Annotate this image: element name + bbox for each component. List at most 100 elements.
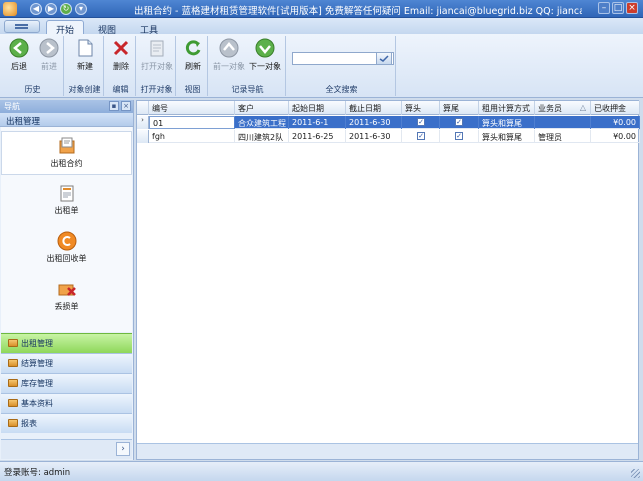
- folder-icon: [8, 399, 18, 407]
- cell-id[interactable]: 01: [149, 116, 235, 129]
- cell-id[interactable]: fgh: [149, 130, 235, 143]
- grid-header: 编号 客户 起始日期 截止日期 算头 算尾 租用计算方式 业务员 △ 已收押金: [137, 101, 640, 115]
- title-bar: ◀ ▶ ↻ ▾ 出租合约 - 蓝格建材租赁管理软件[试用版本] 免费解答任何疑问…: [0, 0, 643, 18]
- close-button[interactable]: ×: [626, 2, 638, 14]
- forward-button[interactable]: 前进: [32, 38, 66, 80]
- cell-end-date[interactable]: 2011-6-30: [346, 116, 402, 129]
- view-group-label: 视图: [184, 85, 201, 94]
- column-header-salesperson[interactable]: 业务员 △: [535, 101, 591, 115]
- quick-access-refresh-icon[interactable]: ↻: [60, 3, 72, 15]
- nav-item-rental-order[interactable]: 出租单: [1, 179, 132, 223]
- tab-view[interactable]: 视图: [88, 20, 126, 36]
- delete-button[interactable]: 删除: [104, 38, 138, 80]
- contract-grid: 编号 客户 起始日期 截止日期 算头 算尾 租用计算方式 业务员 △ 已收押金 …: [136, 100, 640, 460]
- contract-icon: [59, 137, 74, 154]
- cell-salesperson[interactable]: [535, 116, 591, 129]
- quick-access-forward-icon[interactable]: ▶: [45, 3, 57, 15]
- nav-item-loss-order[interactable]: 丢损单: [1, 275, 132, 319]
- quick-access-dropdown-icon[interactable]: ▾: [75, 3, 87, 15]
- column-header-count-head[interactable]: 算头: [402, 101, 440, 115]
- row-selector[interactable]: [137, 130, 149, 143]
- open-object-button[interactable]: 打开对象: [140, 38, 174, 80]
- column-header-start-date[interactable]: 起始日期: [289, 101, 346, 115]
- count-tail-checkbox[interactable]: ✓: [455, 132, 463, 140]
- ribbon-tab-row: 开始 视图 工具: [0, 18, 643, 36]
- edit-group-label: 编辑: [112, 85, 129, 94]
- create-group-label: 对象创建: [68, 85, 101, 94]
- close-panel-icon[interactable]: ×: [121, 101, 131, 111]
- column-header-customer[interactable]: 客户: [235, 101, 289, 115]
- cell-customer[interactable]: 合众建筑工程: [235, 116, 289, 129]
- cell-customer[interactable]: 四川建筑2队: [235, 130, 289, 143]
- rental-order-icon: [60, 185, 73, 202]
- pin-icon[interactable]: ▪: [109, 101, 119, 111]
- nav-item-label: 出租回收单: [46, 254, 87, 263]
- open-group-label: 打开对象: [140, 85, 173, 94]
- nav-item-rental-contract[interactable]: 出租合约: [1, 131, 132, 175]
- window-title: 出租合约 - 蓝格建材租赁管理软件[试用版本] 免费解答任何疑问 Email: …: [134, 6, 582, 17]
- tab-tools[interactable]: 工具: [130, 20, 168, 36]
- tab-start[interactable]: 开始: [46, 20, 84, 36]
- minimize-button[interactable]: –: [598, 2, 610, 14]
- cell-salesperson[interactable]: 管理员: [535, 130, 591, 143]
- quick-access-back-icon[interactable]: ◀: [30, 3, 42, 15]
- status-bar: 登录账号: admin: [0, 461, 643, 481]
- cell-start-date[interactable]: 2011-6-1: [289, 116, 346, 129]
- cell-count-tail[interactable]: ✓: [440, 116, 479, 129]
- cell-rent-method[interactable]: 算头和算尾: [479, 116, 535, 129]
- band-inventory[interactable]: 库存管理: [1, 373, 132, 393]
- previous-object-label: 前一对象: [213, 62, 245, 71]
- back-arrow-icon: [9, 38, 29, 58]
- maximize-button[interactable]: □: [612, 2, 624, 14]
- ribbon-group-open: 打开对象 打开对象: [138, 36, 176, 96]
- column-header-id[interactable]: 编号: [149, 101, 235, 115]
- nav-item-rental-recovery[interactable]: 出租回收单: [1, 227, 132, 271]
- previous-object-button[interactable]: 前一对象: [212, 38, 246, 80]
- next-object-button[interactable]: 下一对象: [248, 38, 282, 80]
- resize-grip-icon[interactable]: [631, 469, 640, 478]
- cell-end-date[interactable]: 2011-6-30: [346, 130, 402, 143]
- cell-rent-method[interactable]: 算头和算尾: [479, 130, 535, 143]
- ribbon-group-search: 全文搜索: [288, 36, 396, 96]
- ribbon-group-edit: 删除 编辑: [106, 36, 136, 96]
- refresh-label: 刷新: [185, 62, 201, 71]
- current-row-indicator-icon: ›: [137, 116, 149, 129]
- next-object-label: 下一对象: [249, 62, 281, 71]
- new-button[interactable]: 新建: [68, 38, 102, 80]
- ribbon-group-view: 刷新 视图: [178, 36, 208, 96]
- cell-deposit[interactable]: ¥0.00: [591, 130, 640, 143]
- column-header-count-tail[interactable]: 算尾: [440, 101, 479, 115]
- back-button[interactable]: 后退: [2, 38, 36, 80]
- app-logo-icon[interactable]: [3, 2, 17, 16]
- column-header-rent-method[interactable]: 租用计算方式: [479, 101, 535, 115]
- grid-footer: [137, 443, 638, 459]
- count-head-checkbox[interactable]: ✓: [417, 132, 425, 140]
- cell-count-head[interactable]: ✓: [402, 116, 440, 129]
- table-row[interactable]: › 01 合众建筑工程 2011-6-1 2011-6-30 ✓ ✓ 算头和算尾…: [137, 116, 640, 129]
- table-row[interactable]: fgh 四川建筑2队 2011-6-25 2011-6-30 ✓ ✓ 算头和算尾…: [137, 130, 640, 143]
- band-reports[interactable]: 报表: [1, 413, 132, 433]
- refresh-button[interactable]: 刷新: [176, 38, 210, 80]
- cell-count-tail[interactable]: ✓: [440, 130, 479, 143]
- count-head-checkbox[interactable]: ✓: [417, 118, 425, 126]
- band-label: 出租管理: [21, 339, 53, 348]
- count-tail-checkbox[interactable]: ✓: [455, 118, 463, 126]
- band-settlement[interactable]: 结算管理: [1, 353, 132, 373]
- forward-arrow-icon: [39, 38, 59, 58]
- column-header-deposit[interactable]: 已收押金: [591, 101, 640, 115]
- column-header-end-date[interactable]: 截止日期: [346, 101, 402, 115]
- band-rental-management[interactable]: 出租管理: [1, 333, 132, 353]
- navigation-bands: 出租管理 结算管理 库存管理 基本资料 报表: [1, 333, 132, 433]
- navigation-header-label: 导航: [4, 102, 20, 111]
- cell-start-date[interactable]: 2011-6-25: [289, 130, 346, 143]
- cell-deposit[interactable]: ¥0.00: [591, 116, 640, 129]
- application-menu-button[interactable]: [4, 20, 40, 33]
- refresh-icon: [185, 40, 201, 56]
- new-document-icon: [78, 39, 93, 57]
- search-button[interactable]: [376, 52, 392, 65]
- folder-icon: [8, 419, 18, 427]
- loss-order-icon: [58, 284, 76, 296]
- band-basic-data[interactable]: 基本资料: [1, 393, 132, 413]
- chevron-right-icon[interactable]: ›: [116, 442, 130, 456]
- cell-count-head[interactable]: ✓: [402, 130, 440, 143]
